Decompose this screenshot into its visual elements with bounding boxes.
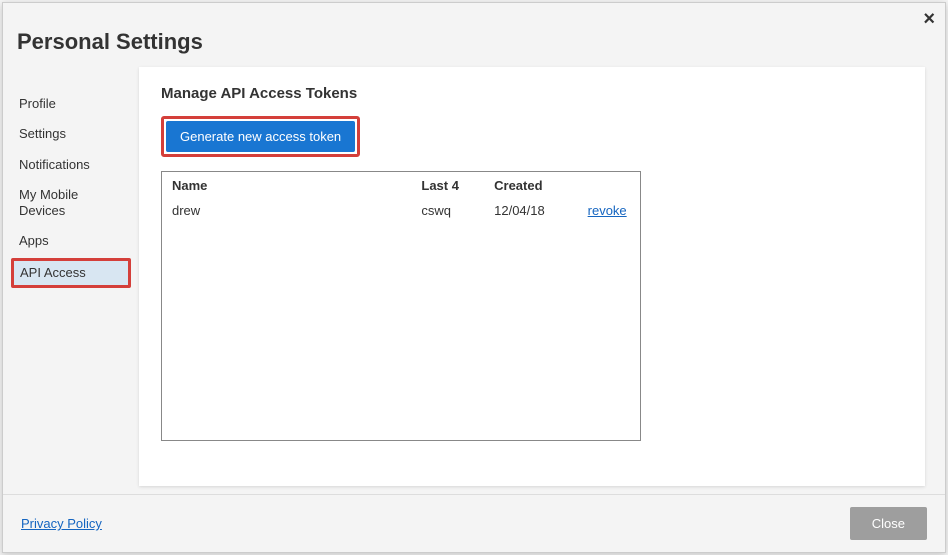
cell-created: 12/04/18 [484,199,578,224]
api-access-panel: Manage API Access Tokens Generate new ac… [139,67,925,486]
cell-last4: cswq [411,199,484,224]
generate-token-button[interactable]: Generate new access token [166,121,355,152]
settings-sidebar: Profile Settings Notifications My Mobile… [5,63,135,486]
sidebar-item-settings[interactable]: Settings [5,119,135,149]
personal-settings-modal: × Personal Settings Profile Settings Not… [2,2,946,553]
modal-body: Profile Settings Notifications My Mobile… [3,63,945,486]
sidebar-item-profile[interactable]: Profile [5,89,135,119]
col-header-action [578,172,640,199]
revoke-link[interactable]: revoke [588,203,627,218]
col-header-name: Name [162,172,411,199]
tokens-table: Name Last 4 Created drew cswq 12/04/18 r… [162,172,640,224]
sidebar-item-my-mobile-devices[interactable]: My Mobile Devices [5,180,135,227]
sidebar-item-apps[interactable]: Apps [5,226,135,256]
col-header-created: Created [484,172,578,199]
modal-footer: Privacy Policy Close [3,494,945,552]
sidebar-item-notifications[interactable]: Notifications [5,150,135,180]
cell-name: drew [162,199,411,224]
generate-button-highlight: Generate new access token [161,116,360,157]
panel-heading: Manage API Access Tokens [161,85,903,102]
tokens-table-container: Name Last 4 Created drew cswq 12/04/18 r… [161,171,641,441]
page-title: Personal Settings [3,3,945,63]
close-icon[interactable]: × [923,9,935,29]
sidebar-item-api-access[interactable]: API Access [11,258,131,288]
col-header-last4: Last 4 [411,172,484,199]
privacy-policy-link[interactable]: Privacy Policy [21,516,102,531]
table-row: drew cswq 12/04/18 revoke [162,199,640,224]
close-button[interactable]: Close [850,507,927,540]
